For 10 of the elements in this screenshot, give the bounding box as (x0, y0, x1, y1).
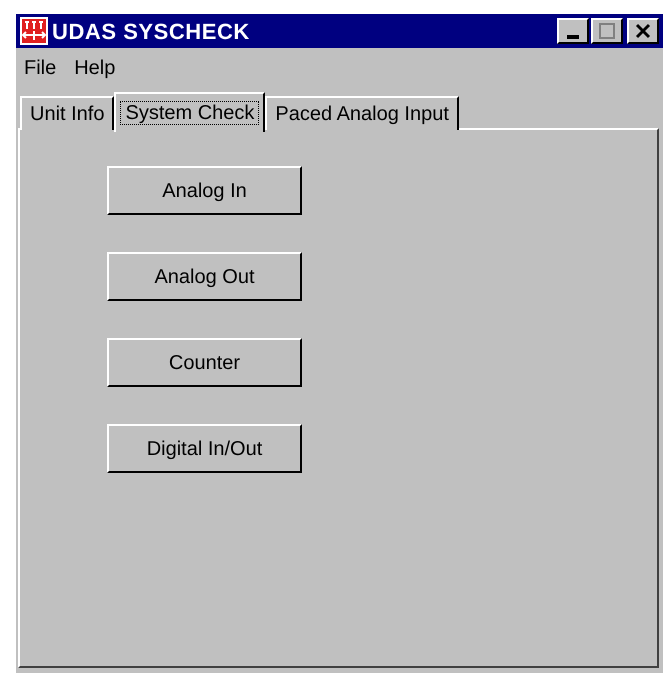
tab[interactable]: Paced Analog Input (265, 96, 459, 130)
tab[interactable]: System Check (114, 92, 266, 132)
menu-item[interactable]: File (20, 53, 60, 83)
action-button[interactable]: Counter (107, 338, 302, 387)
action-button[interactable]: Analog In (107, 166, 302, 215)
window-title: UDAS SYSCHECK (52, 18, 251, 46)
menu-item[interactable]: Help (70, 53, 120, 83)
action-button[interactable]: Analog Out (107, 252, 302, 301)
action-button[interactable]: Digital In/Out (107, 424, 302, 473)
tab[interactable]: Unit Info (20, 96, 114, 130)
